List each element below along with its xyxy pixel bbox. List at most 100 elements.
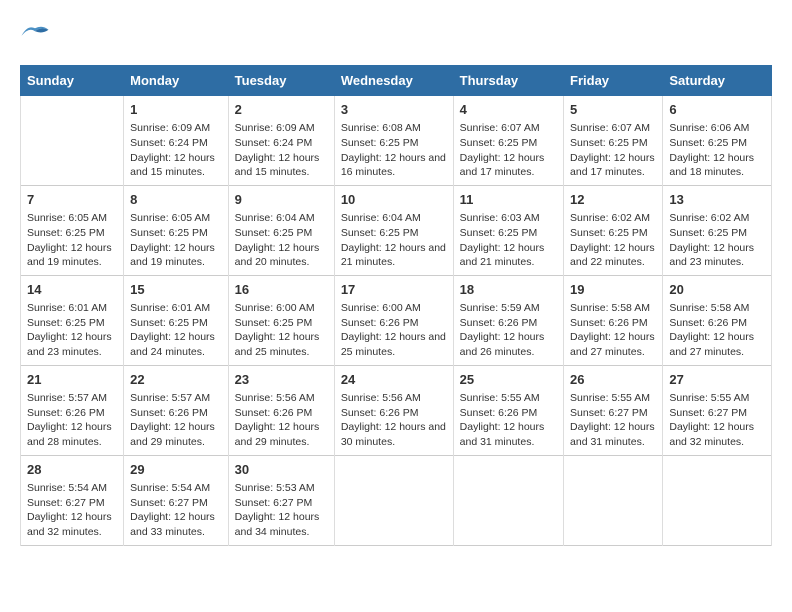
calendar-cell: 26 Sunrise: 5:55 AMSunset: 6:27 PMDayligh…: [564, 365, 663, 455]
calendar-cell: 6 Sunrise: 6:06 AMSunset: 6:25 PMDaylight…: [663, 96, 772, 186]
calendar-cell: 20 Sunrise: 5:58 AMSunset: 6:26 PMDayligh…: [663, 275, 772, 365]
calendar-cell: [663, 455, 772, 545]
week-row-3: 14 Sunrise: 6:01 AMSunset: 6:25 PMDayligh…: [21, 275, 772, 365]
calendar-cell: 3Sunrise: 6:08 AMSunset: 6:25 PMDaylight…: [334, 96, 453, 186]
calendar-cell: 19 Sunrise: 5:58 AMSunset: 6:26 PMDayligh…: [564, 275, 663, 365]
calendar-cell: 21Sunrise: 5:57 AMSunset: 6:26 PMDayligh…: [21, 365, 124, 455]
calendar-cell: 17 Sunrise: 6:00 AMSunset: 6:26 PMDayligh…: [334, 275, 453, 365]
col-header-thursday: Thursday: [453, 66, 563, 96]
day-info: Sunrise: 6:00 AMSunset: 6:26 PMDaylight:…: [341, 301, 447, 360]
calendar-cell: 12Sunrise: 6:02 AMSunset: 6:25 PMDayligh…: [564, 185, 663, 275]
day-number: 8: [130, 191, 222, 209]
day-info: Sunrise: 5:54 AMSunset: 6:27 PMDaylight:…: [27, 481, 117, 540]
day-number: 1: [130, 101, 222, 119]
day-info: Sunrise: 5:57 AMSunset: 6:26 PMDaylight:…: [130, 391, 222, 450]
calendar-cell: [453, 455, 563, 545]
day-info: Sunrise: 6:03 AMSunset: 6:25 PMDaylight:…: [460, 211, 557, 270]
calendar-header-row: SundayMondayTuesdayWednesdayThursdayFrid…: [21, 66, 772, 96]
day-info: Sunrise: 6:00 AMSunset: 6:25 PMDaylight:…: [235, 301, 328, 360]
day-number: 9: [235, 191, 328, 209]
calendar-cell: 18Sunrise: 5:59 AMSunset: 6:26 PMDayligh…: [453, 275, 563, 365]
page-header: [20, 20, 772, 49]
calendar-table: SundayMondayTuesdayWednesdayThursdayFrid…: [20, 65, 772, 546]
day-number: 22: [130, 371, 222, 389]
week-row-4: 21 Sunrise: 5:57 AMSunset: 6:26 PMDayligh…: [21, 365, 772, 455]
day-number: 24: [341, 371, 447, 389]
logo: [20, 20, 54, 49]
day-info: Sunrise: 6:09 AMSunset: 6:24 PMDaylight:…: [235, 121, 328, 180]
week-row-5: 28 Sunrise: 5:54 AMSunset: 6:27 PMDayligh…: [21, 455, 772, 545]
day-info: Sunrise: 5:58 AMSunset: 6:26 PMDaylight:…: [570, 301, 656, 360]
day-info: Sunrise: 5:53 AMSunset: 6:27 PMDaylight:…: [235, 481, 328, 540]
calendar-cell: 7 Sunrise: 6:05 AMSunset: 6:25 PMDaylight…: [21, 185, 124, 275]
day-number: 2: [235, 101, 328, 119]
calendar-cell: 14 Sunrise: 6:01 AMSunset: 6:25 PMDayligh…: [21, 275, 124, 365]
day-number: 28: [27, 461, 117, 479]
calendar-cell: 28 Sunrise: 5:54 AMSunset: 6:27 PMDayligh…: [21, 455, 124, 545]
calendar-cell: 16 Sunrise: 6:00 AMSunset: 6:25 PMDayligh…: [228, 275, 334, 365]
day-info: Sunrise: 6:05 AMSunset: 6:25 PMDaylight:…: [27, 211, 117, 270]
day-number: 29: [130, 461, 222, 479]
calendar-cell: 5 Sunrise: 6:07 AMSunset: 6:25 PMDaylight…: [564, 96, 663, 186]
day-info: Sunrise: 6:01 AMSunset: 6:25 PMDaylight:…: [27, 301, 117, 360]
col-header-monday: Monday: [124, 66, 229, 96]
calendar-cell: 13Sunrise: 6:02 AMSunset: 6:25 PMDayligh…: [663, 185, 772, 275]
day-info: Sunrise: 5:58 AMSunset: 6:26 PMDaylight:…: [669, 301, 765, 360]
day-info: Sunrise: 6:04 AMSunset: 6:25 PMDaylight:…: [235, 211, 328, 270]
day-number: 21: [27, 371, 117, 389]
day-info: Sunrise: 6:01 AMSunset: 6:25 PMDaylight:…: [130, 301, 222, 360]
col-header-wednesday: Wednesday: [334, 66, 453, 96]
week-row-1: 1 Sunrise: 6:09 AMSunset: 6:24 PMDaylight…: [21, 96, 772, 186]
day-number: 15: [130, 281, 222, 299]
day-number: 6: [669, 101, 765, 119]
calendar-cell: 9 Sunrise: 6:04 AMSunset: 6:25 PMDaylight…: [228, 185, 334, 275]
calendar-cell: [334, 455, 453, 545]
calendar-cell: 23 Sunrise: 5:56 AMSunset: 6:26 PMDayligh…: [228, 365, 334, 455]
day-number: 26: [570, 371, 656, 389]
day-number: 4: [460, 101, 557, 119]
day-info: Sunrise: 5:55 AMSunset: 6:27 PMDaylight:…: [669, 391, 765, 450]
day-info: Sunrise: 6:04 AMSunset: 6:25 PMDaylight:…: [341, 211, 447, 270]
day-number: 16: [235, 281, 328, 299]
day-number: 12: [570, 191, 656, 209]
day-info: Sunrise: 5:55 AMSunset: 6:26 PMDaylight:…: [460, 391, 557, 450]
calendar-cell: 15 Sunrise: 6:01 AMSunset: 6:25 PMDayligh…: [124, 275, 229, 365]
calendar-cell: 11 Sunrise: 6:03 AMSunset: 6:25 PMDayligh…: [453, 185, 563, 275]
calendar-cell: 27 Sunrise: 5:55 AMSunset: 6:27 PMDayligh…: [663, 365, 772, 455]
day-number: 13: [669, 191, 765, 209]
day-info: Sunrise: 5:56 AMSunset: 6:26 PMDaylight:…: [235, 391, 328, 450]
day-number: 20: [669, 281, 765, 299]
day-number: 10: [341, 191, 447, 209]
calendar-cell: 10 Sunrise: 6:04 AMSunset: 6:25 PMDayligh…: [334, 185, 453, 275]
day-info: Sunrise: 5:54 AMSunset: 6:27 PMDaylight:…: [130, 481, 222, 540]
logo-bird-icon: [20, 20, 50, 44]
day-number: 7: [27, 191, 117, 209]
day-number: 23: [235, 371, 328, 389]
day-number: 11: [460, 191, 557, 209]
col-header-friday: Friday: [564, 66, 663, 96]
day-number: 3: [341, 101, 447, 119]
col-header-sunday: Sunday: [21, 66, 124, 96]
calendar-cell: 8 Sunrise: 6:05 AMSunset: 6:25 PMDaylight…: [124, 185, 229, 275]
day-number: 27: [669, 371, 765, 389]
day-number: 30: [235, 461, 328, 479]
day-number: 19: [570, 281, 656, 299]
calendar-cell: 24Sunrise: 5:56 AMSunset: 6:26 PMDayligh…: [334, 365, 453, 455]
day-info: Sunrise: 6:07 AMSunset: 6:25 PMDaylight:…: [460, 121, 557, 180]
calendar-cell: 1Sunrise: 6:09 AMSunset: 6:24 PMDaylight…: [124, 96, 229, 186]
day-info: Sunrise: 6:07 AMSunset: 6:25 PMDaylight:…: [570, 121, 656, 180]
day-number: 17: [341, 281, 447, 299]
week-row-2: 7 Sunrise: 6:05 AMSunset: 6:25 PMDaylight…: [21, 185, 772, 275]
calendar-cell: 30 Sunrise: 5:53 AMSunset: 6:27 PMDayligh…: [228, 455, 334, 545]
calendar-cell: 4 Sunrise: 6:07 AMSunset: 6:25 PMDaylight…: [453, 96, 563, 186]
calendar-cell: 22 Sunrise: 5:57 AMSunset: 6:26 PMDayligh…: [124, 365, 229, 455]
day-number: 5: [570, 101, 656, 119]
calendar-cell: 25Sunrise: 5:55 AMSunset: 6:26 PMDayligh…: [453, 365, 563, 455]
day-info: Sunrise: 6:05 AMSunset: 6:25 PMDaylight:…: [130, 211, 222, 270]
day-number: 14: [27, 281, 117, 299]
col-header-saturday: Saturday: [663, 66, 772, 96]
day-info: Sunrise: 5:55 AMSunset: 6:27 PMDaylight:…: [570, 391, 656, 450]
calendar-cell: [21, 96, 124, 186]
day-info: Sunrise: 6:06 AMSunset: 6:25 PMDaylight:…: [669, 121, 765, 180]
calendar-cell: 2 Sunrise: 6:09 AMSunset: 6:24 PMDaylight…: [228, 96, 334, 186]
